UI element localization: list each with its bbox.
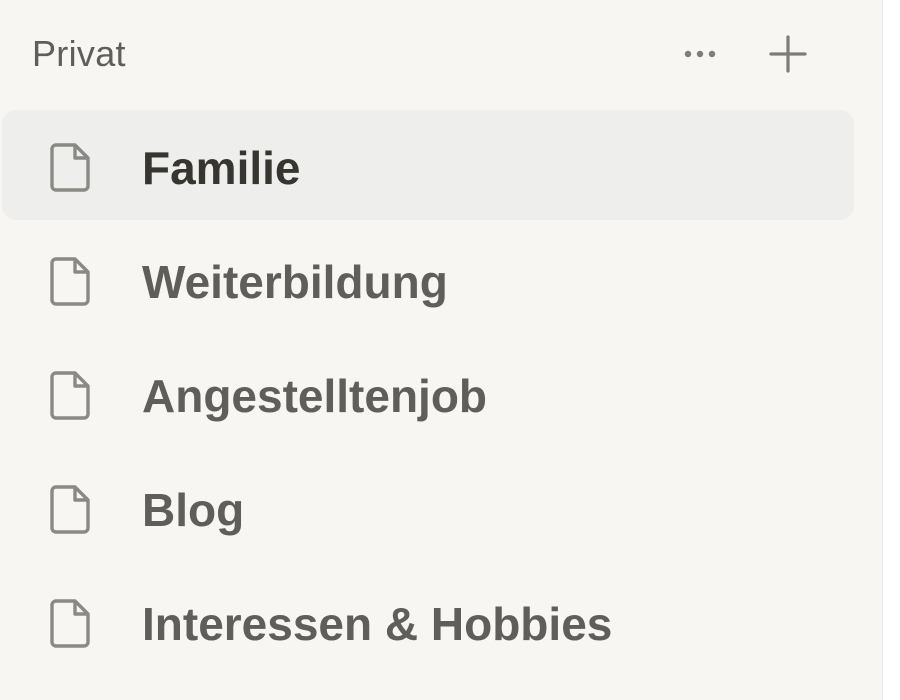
page-label: Blog (142, 484, 245, 536)
page-label: Angestelltenjob (142, 370, 488, 422)
page-icon (44, 369, 100, 421)
page-icon (44, 597, 100, 649)
page-item-interessen-hobbies[interactable]: Interessen & Hobbies (2, 566, 854, 676)
page-icon (44, 255, 100, 307)
add-page-button[interactable] (764, 30, 812, 78)
page-item-blog[interactable]: Blog (2, 452, 854, 562)
section-header-privat: Privat (0, 0, 882, 108)
page-icon (44, 483, 100, 535)
more-options-button[interactable] (676, 30, 724, 78)
page-item-angestelltenjob[interactable]: Angestelltenjob (2, 338, 854, 448)
page-item-weiterbildung[interactable]: Weiterbildung (2, 224, 854, 334)
page-icon (44, 141, 100, 193)
more-horizontal-icon (684, 50, 716, 58)
page-item-familie[interactable]: Familie (2, 110, 854, 220)
page-label: Familie (142, 142, 301, 194)
section-title[interactable]: Privat (32, 34, 126, 74)
sidebar: Privat Familie Weiterbildung Angestellte… (0, 0, 883, 700)
plus-icon (769, 35, 807, 73)
page-label: Interessen & Hobbies (142, 598, 613, 650)
page-label: Weiterbildung (142, 256, 448, 308)
